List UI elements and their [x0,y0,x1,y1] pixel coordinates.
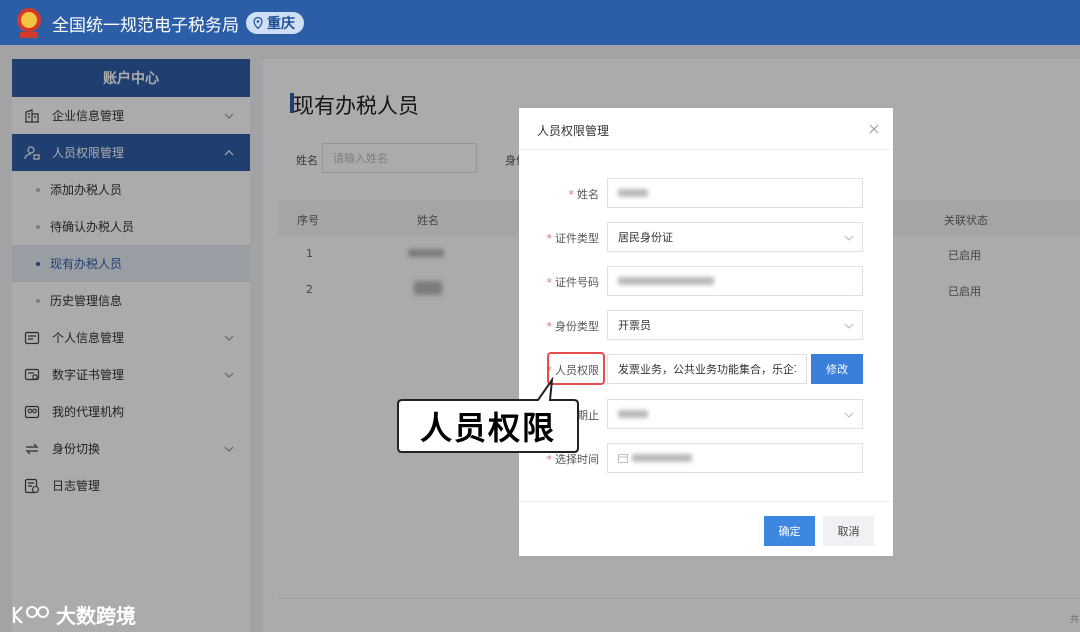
site-title: 全国统一规范电子税务局 [52,16,239,36]
chevron-down-icon [844,323,854,329]
close-icon[interactable] [869,124,879,134]
permission-dialog: 人员权限管理 * 姓名 * 证件类型 居民身份证 * 证件号码 * 身份类型 开票员 *… [519,108,893,556]
redacted-value [618,189,648,197]
region-selector[interactable]: 重庆 [246,12,304,34]
redacted-value [632,454,692,462]
field-label: * 证件号码 [546,276,600,289]
region-name: 重庆 [267,16,295,32]
field-label: * 身份类型 [546,320,600,333]
chevron-down-icon [844,235,854,241]
calendar-icon [618,454,628,463]
dialog-divider [519,149,893,150]
watermark-text: 大数跨境 [56,604,136,628]
permissions-field[interactable]: 发票业务，公共业务功能集合，乐企功... [607,354,807,384]
permissions-value: 发票业务，公共业务功能集合，乐企功... [618,363,796,376]
field-row-name: * 姓名 [519,178,893,208]
location-pin-icon [253,17,263,29]
watermark-logo-icon [12,605,49,624]
redacted-value [618,277,714,285]
identity-type-select[interactable]: 开票员 [607,310,863,340]
edit-permissions-button[interactable]: 修改 [811,354,863,384]
select-value: 居民身份证 [618,231,673,244]
field-row-id-type: * 证件类型 居民身份证 [519,222,893,252]
watermark: 大数跨境 [10,600,136,629]
dialog-title: 人员权限管理 [537,124,610,138]
valid-until-select[interactable] [607,399,863,429]
field-row-id-number: * 证件号码 [519,266,893,296]
redacted-value [618,410,648,418]
field-row-identity-type: * 身份类型 开票员 [519,310,893,340]
cancel-button[interactable]: 取消 [823,516,874,546]
field-label: * 姓名 [568,188,600,201]
chevron-down-icon [844,412,854,418]
callout-label: 人员权限 [419,409,556,447]
confirm-button[interactable]: 确定 [764,516,815,546]
dialog-footer-divider [519,501,893,502]
id-number-field[interactable] [607,266,863,296]
name-field[interactable] [607,178,863,208]
tax-emblem-icon [17,8,41,38]
top-bar: 全国统一规范电子税务局 重庆 [0,0,1080,45]
id-type-select[interactable]: 居民身份证 [607,222,863,252]
select-value: 开票员 [618,319,651,332]
field-label: * 证件类型 [546,232,600,245]
select-time-picker[interactable] [607,443,863,473]
